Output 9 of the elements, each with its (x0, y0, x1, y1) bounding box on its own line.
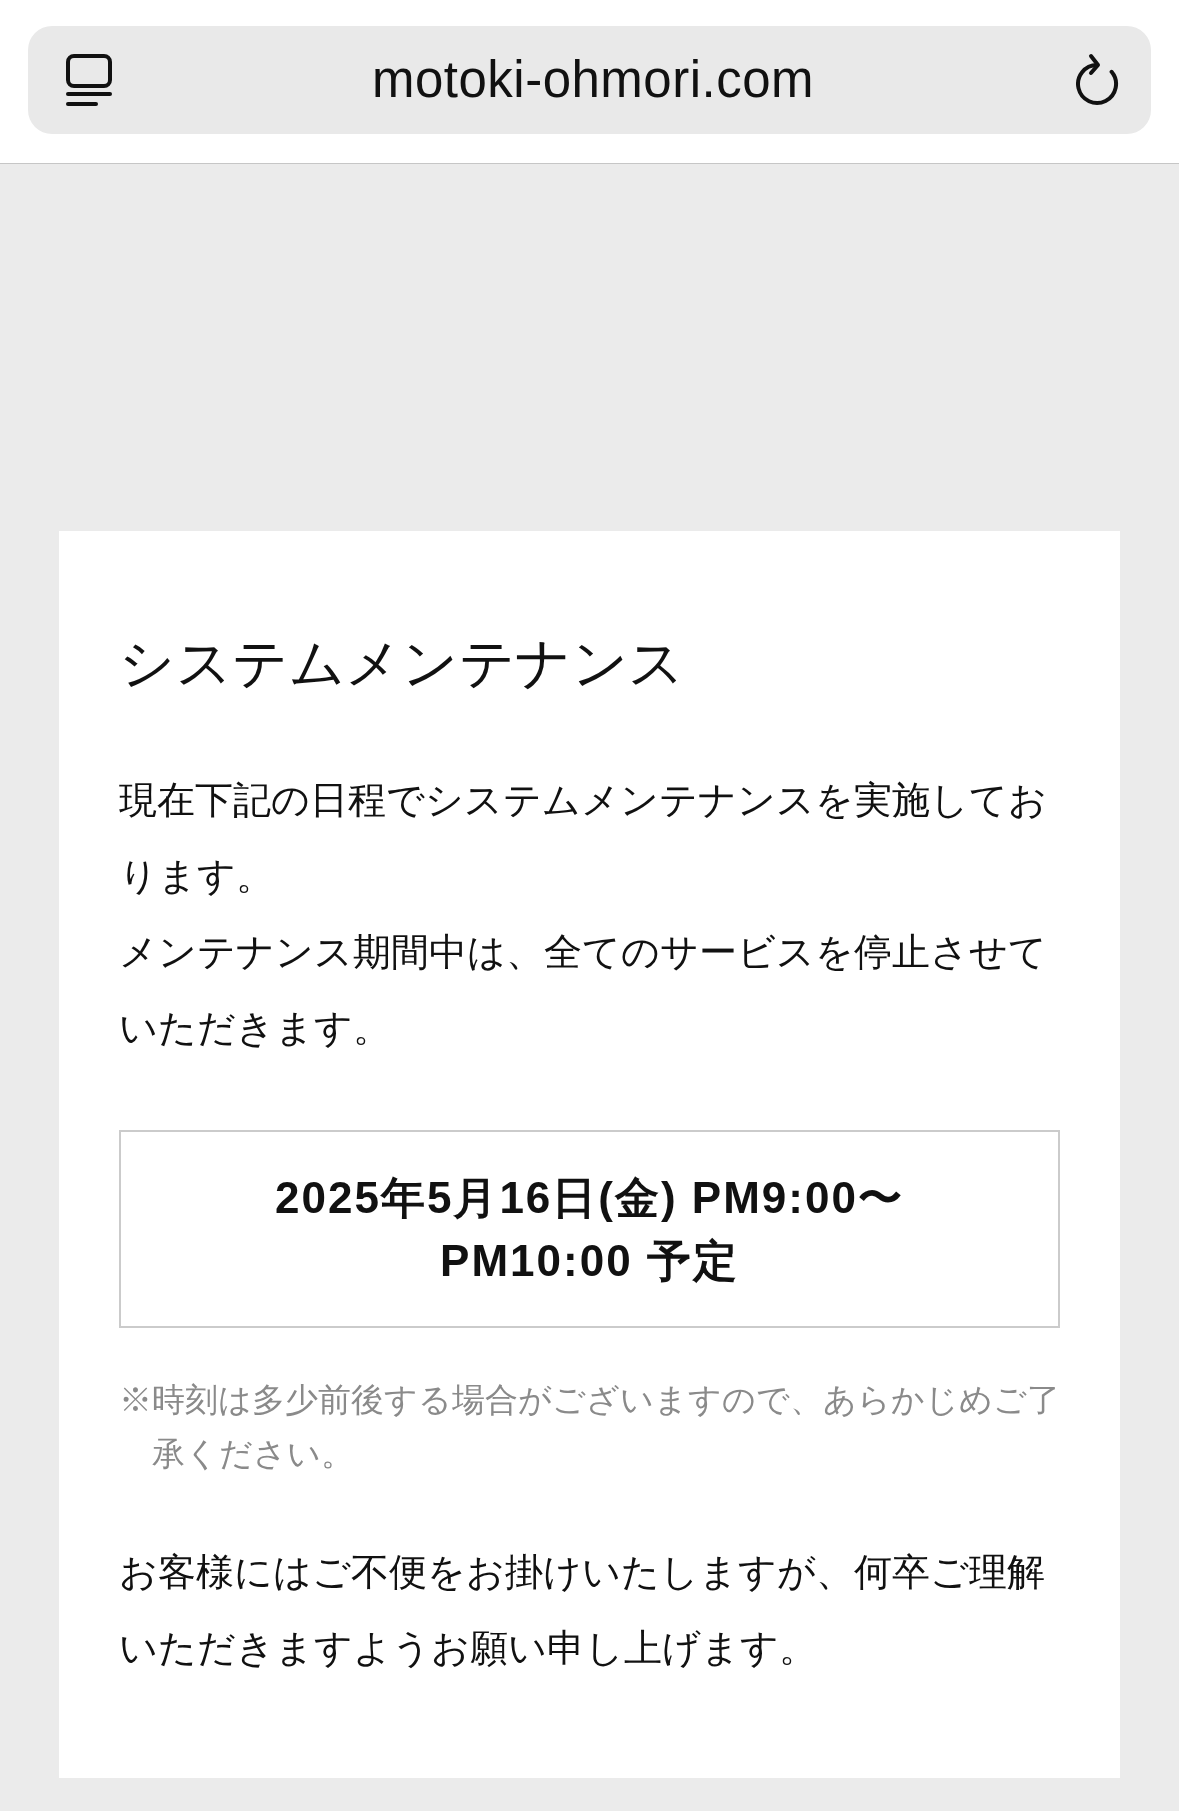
notice-title: システムメンテナンス (119, 631, 686, 696)
schedule-text: 2025年5月16日(金) PM9:00〜 PM10:00 予定 (274, 1172, 905, 1287)
message-text: 現在下記の日程でシステムメンテナンスを実施しております。 (119, 778, 1048, 899)
closing-text: お客様にはご不便をお掛けいたしますが、何卒ご理解いただきますようお願い申し上げます。 (119, 1550, 1046, 1671)
window-lines-icon[interactable] (66, 54, 112, 106)
message-text: メンテナンス期間中は、全てのサービスを停止させていただきます。 (119, 930, 1048, 1051)
reload-icon[interactable] (1074, 53, 1120, 107)
url-text[interactable]: motoki-ohmori.com (371, 49, 815, 111)
note-text: ※時刻は多少前後する場合がございますので、あらかじめご了承ください。 (119, 1380, 1061, 1474)
